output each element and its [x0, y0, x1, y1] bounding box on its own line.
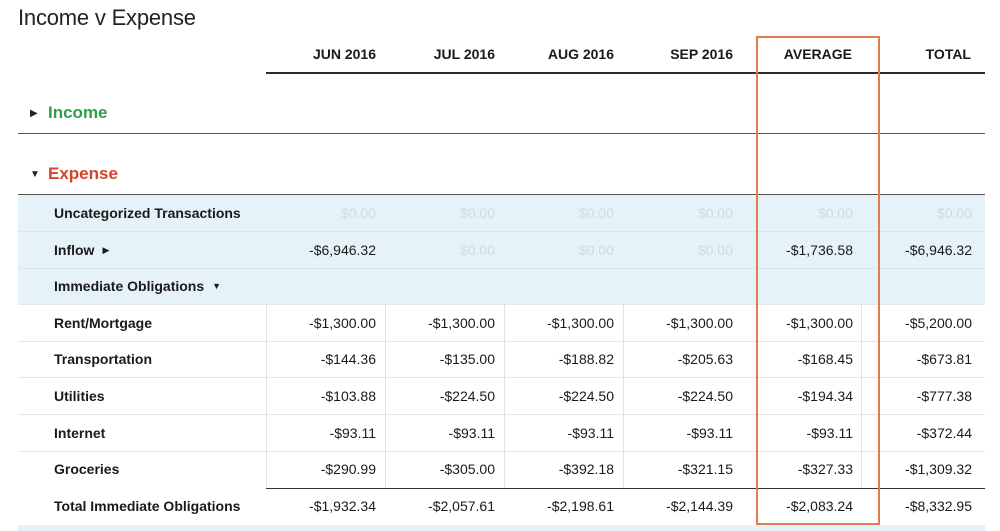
cell-rent-total: -$5,200.00 [905, 315, 972, 331]
row-divider [18, 451, 985, 452]
cell-uncategorized-average: $0.00 [817, 205, 853, 221]
column-header-aug[interactable]: AUG 2016 [504, 46, 614, 62]
row-label-immediate-obligations[interactable]: Immediate Obligations ▼ [54, 278, 221, 294]
caret-down-icon: ▼ [212, 281, 222, 291]
row-divider [18, 341, 985, 342]
row-label-uncategorized[interactable]: Uncategorized Transactions [54, 205, 241, 221]
cell-groceries-jul[interactable]: -$305.00 [379, 461, 495, 477]
cell-inflow-sep[interactable]: $0.00 [617, 242, 733, 258]
column-header-jul[interactable]: JUL 2016 [385, 46, 495, 62]
cell-groceries-sep[interactable]: -$321.15 [617, 461, 733, 477]
cell-inflow-aug[interactable]: $0.00 [498, 242, 614, 258]
row-label-total-immediate-obligations: Total Immediate Obligations [54, 498, 241, 514]
column-header-sep[interactable]: SEP 2016 [623, 46, 733, 62]
cell-rent-aug[interactable]: -$1,300.00 [498, 315, 614, 331]
caret-right-icon: ▶ [102, 244, 110, 255]
cell-uncategorized-jun[interactable]: $0.00 [260, 205, 376, 221]
cell-inflow-jun[interactable]: -$6,946.32 [260, 242, 376, 258]
cell-inflow-jul[interactable]: $0.00 [379, 242, 495, 258]
immediate-obligations-label-text: Immediate Obligations [54, 278, 205, 294]
cell-rent-jul[interactable]: -$1,300.00 [379, 315, 495, 331]
header-divider [266, 72, 985, 74]
cell-internet-jul[interactable]: -$93.11 [379, 425, 495, 441]
cell-total-total: -$8,332.95 [905, 498, 972, 514]
group-income-toggle[interactable]: ▶ Income [30, 103, 108, 123]
cell-groceries-total: -$1,309.32 [905, 461, 972, 477]
cell-internet-average: -$93.11 [806, 425, 853, 441]
cell-utilities-jul[interactable]: -$224.50 [379, 388, 495, 404]
cell-utilities-average: -$194.34 [797, 388, 853, 404]
cell-transportation-total: -$673.81 [916, 351, 972, 367]
group-expense-label: Expense [48, 164, 118, 183]
row-label-internet[interactable]: Internet [54, 425, 105, 441]
cell-internet-total: -$372.44 [916, 425, 972, 441]
cell-internet-aug[interactable]: -$93.11 [498, 425, 614, 441]
row-label-groceries[interactable]: Groceries [54, 461, 119, 477]
caret-right-icon: ▶ [30, 107, 38, 119]
cell-inflow-average: -$1,736.58 [786, 242, 853, 258]
total-divider [266, 488, 985, 489]
cell-rent-sep[interactable]: -$1,300.00 [617, 315, 733, 331]
cell-uncategorized-sep[interactable]: $0.00 [617, 205, 733, 221]
income-divider [18, 133, 985, 134]
row-divider [18, 414, 985, 415]
cell-transportation-aug[interactable]: -$188.82 [498, 351, 614, 367]
row-label-transportation[interactable]: Transportation [54, 351, 152, 367]
cell-utilities-sep[interactable]: -$224.50 [617, 388, 733, 404]
cell-rent-jun[interactable]: -$1,300.00 [260, 315, 376, 331]
inflow-label-text: Inflow [54, 242, 95, 258]
cell-total-sep: -$2,144.39 [666, 498, 733, 514]
next-section-strip [18, 525, 985, 531]
caret-down-icon: ▼ [30, 168, 40, 180]
cell-rent-average: -$1,300.00 [786, 315, 853, 331]
row-label-rent-mortgage[interactable]: Rent/Mortgage [54, 315, 152, 331]
cell-transportation-sep[interactable]: -$205.63 [617, 351, 733, 367]
cell-total-average: -$2,083.24 [786, 498, 853, 514]
row-divider [18, 231, 985, 232]
cell-total-jul: -$2,057.61 [428, 498, 495, 514]
cell-total-jun: -$1,932.34 [309, 498, 376, 514]
cell-internet-sep[interactable]: -$93.11 [617, 425, 733, 441]
cell-groceries-aug[interactable]: -$392.18 [498, 461, 614, 477]
cell-transportation-jul[interactable]: -$135.00 [379, 351, 495, 367]
row-label-inflow[interactable]: Inflow ▶ [54, 242, 109, 258]
cell-utilities-total: -$777.38 [916, 388, 972, 404]
cell-groceries-average: -$327.33 [797, 461, 853, 477]
cell-utilities-jun[interactable]: -$103.88 [260, 388, 376, 404]
cell-groceries-jun[interactable]: -$290.99 [260, 461, 376, 477]
column-header-total[interactable]: TOTAL [861, 46, 971, 62]
column-header-jun[interactable]: JUN 2016 [266, 46, 376, 62]
row-divider [18, 377, 985, 378]
row-divider [18, 304, 985, 305]
column-header-average[interactable]: AVERAGE [742, 46, 852, 62]
cell-inflow-total: -$6,946.32 [905, 242, 972, 258]
cell-transportation-jun[interactable]: -$144.36 [260, 351, 376, 367]
cell-total-aug: -$2,198.61 [547, 498, 614, 514]
cell-utilities-aug[interactable]: -$224.50 [498, 388, 614, 404]
report-title: Income v Expense [18, 5, 196, 30]
cell-uncategorized-jul[interactable]: $0.00 [379, 205, 495, 221]
cell-internet-jun[interactable]: -$93.11 [260, 425, 376, 441]
cell-transportation-average: -$168.45 [797, 351, 853, 367]
cell-uncategorized-aug[interactable]: $0.00 [498, 205, 614, 221]
row-divider [18, 268, 985, 269]
cell-uncategorized-total: $0.00 [936, 205, 972, 221]
group-income-label: Income [48, 103, 108, 122]
group-expense-toggle[interactable]: ▼ Expense [30, 164, 118, 184]
row-label-utilities[interactable]: Utilities [54, 388, 105, 404]
